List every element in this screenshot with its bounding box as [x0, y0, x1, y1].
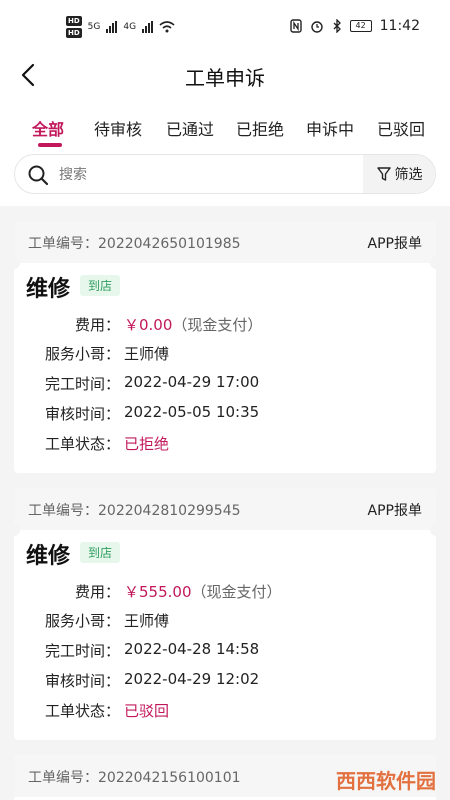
status-row: 工单状态： 已拒绝	[14, 433, 436, 457]
review-time-label: 审核时间：	[44, 405, 120, 423]
fee-value: ￥555.00（现金支付）	[124, 583, 282, 601]
tab-appealing[interactable]: 申诉中	[306, 116, 354, 140]
tab-pending-review[interactable]: 待审核	[94, 116, 142, 140]
status-label: 工单状态：	[44, 435, 120, 453]
signal-icon	[106, 21, 118, 33]
page-title: 工单申诉	[185, 66, 265, 90]
service-tag: 到店	[80, 275, 121, 296]
net-label-2: 4G	[123, 22, 137, 32]
order-number: 工单编号：2022042650101985	[28, 236, 241, 252]
net-label-1: 5G	[87, 22, 101, 32]
search-input[interactable]	[57, 155, 361, 193]
fee-label: 费用：	[74, 583, 120, 601]
order-card[interactable]: 工单编号：2022042810299545 APP报单 维修 到店 费用： ￥5…	[8, 488, 442, 740]
filter-button[interactable]: 筛选	[363, 155, 435, 193]
nfc-icon	[289, 19, 302, 33]
review-time-row: 审核时间： 2022-04-29 12:02	[14, 670, 436, 694]
status-tabs: 全部 待审核 已通过 已拒绝 申诉中 已驳回	[0, 96, 450, 148]
active-tab-indicator	[38, 143, 62, 147]
tab-rejected[interactable]: 已拒绝	[236, 116, 284, 140]
search-bar: 筛选	[0, 148, 450, 206]
fee-row: 费用： ￥0.00（现金支付）	[14, 314, 436, 338]
tab-returned[interactable]: 已驳回	[377, 116, 425, 140]
signal-icon-2	[142, 21, 154, 33]
battery-icon: 42	[349, 20, 372, 32]
review-time-value: 2022-05-05 10:35	[124, 403, 260, 421]
hd-badge-2: HD	[66, 28, 82, 38]
bluetooth-icon	[333, 19, 341, 33]
card-notch	[430, 257, 442, 269]
worker-row: 服务小哥： 王师傅	[14, 343, 436, 367]
fee-row: 费用： ￥555.00（现金支付）	[14, 581, 436, 605]
worker-label: 服务小哥：	[44, 612, 120, 630]
worker-value: 王师傅	[124, 345, 170, 363]
finish-time-row: 完工时间： 2022-04-29 17:00	[14, 373, 436, 397]
system-indicators: 42 11:42	[289, 18, 420, 34]
card-notch	[430, 524, 442, 536]
network-indicators: HD HD 5G 4G	[66, 16, 175, 38]
order-number: 工单编号：2022042810299545	[28, 503, 241, 519]
status-label: 工单状态：	[44, 702, 120, 720]
alarm-icon	[310, 21, 323, 33]
order-number: 工单编号：2022042156100101	[28, 770, 241, 786]
status-row: 工单状态： 已驳回	[14, 700, 436, 724]
order-card[interactable]: 工单编号：2022042650101985 APP报单 维修 到店 费用： ￥0…	[8, 221, 442, 473]
review-time-label: 审核时间：	[44, 672, 120, 690]
review-time-value: 2022-04-29 12:02	[124, 670, 260, 688]
review-time-row: 审核时间： 2022-05-05 10:35	[14, 403, 436, 427]
hd-badges: HD HD	[66, 16, 82, 38]
wifi-icon	[159, 21, 175, 33]
filter-label: 筛选	[394, 167, 423, 183]
hd-badge-1: HD	[66, 16, 82, 26]
service-type: 维修	[26, 544, 71, 569]
header: 工单申诉	[0, 56, 450, 96]
fee-value: ￥0.00（现金支付）	[124, 316, 263, 334]
order-card-header: 工单编号：2022042650101985 APP报单	[14, 221, 436, 263]
fee-label: 费用：	[74, 316, 120, 334]
worker-value: 王师傅	[124, 612, 170, 630]
order-card-header: 工单编号：2022042810299545 APP报单	[14, 488, 436, 530]
status-bar: HD HD 5G 4G 42 11:42	[0, 0, 450, 56]
service-tag: 到店	[80, 542, 121, 563]
finish-time-row: 完工时间： 2022-04-28 14:58	[14, 640, 436, 664]
worker-label: 服务小哥：	[44, 345, 120, 363]
order-source: APP报单	[367, 236, 422, 252]
order-source: APP报单	[367, 503, 422, 519]
finish-time-label: 完工时间：	[44, 375, 120, 393]
clock: 11:42	[379, 18, 420, 34]
status-value: 已拒绝	[124, 435, 170, 453]
finish-time-label: 完工时间：	[44, 642, 120, 660]
search-icon	[28, 165, 49, 186]
worker-row: 服务小哥： 王师傅	[14, 610, 436, 634]
finish-time-value: 2022-04-28 14:58	[124, 640, 260, 658]
card-notch	[8, 524, 20, 536]
finish-time-value: 2022-04-29 17:00	[124, 373, 260, 391]
tab-approved[interactable]: 已通过	[166, 116, 214, 140]
status-value: 已驳回	[124, 702, 170, 720]
search-box: 筛选	[14, 154, 436, 194]
card-notch	[8, 257, 20, 269]
watermark-logo: 西西软件园	[336, 769, 436, 793]
filter-icon	[376, 167, 391, 181]
tab-all[interactable]: 全部	[32, 116, 64, 140]
service-type: 维修	[26, 277, 71, 302]
